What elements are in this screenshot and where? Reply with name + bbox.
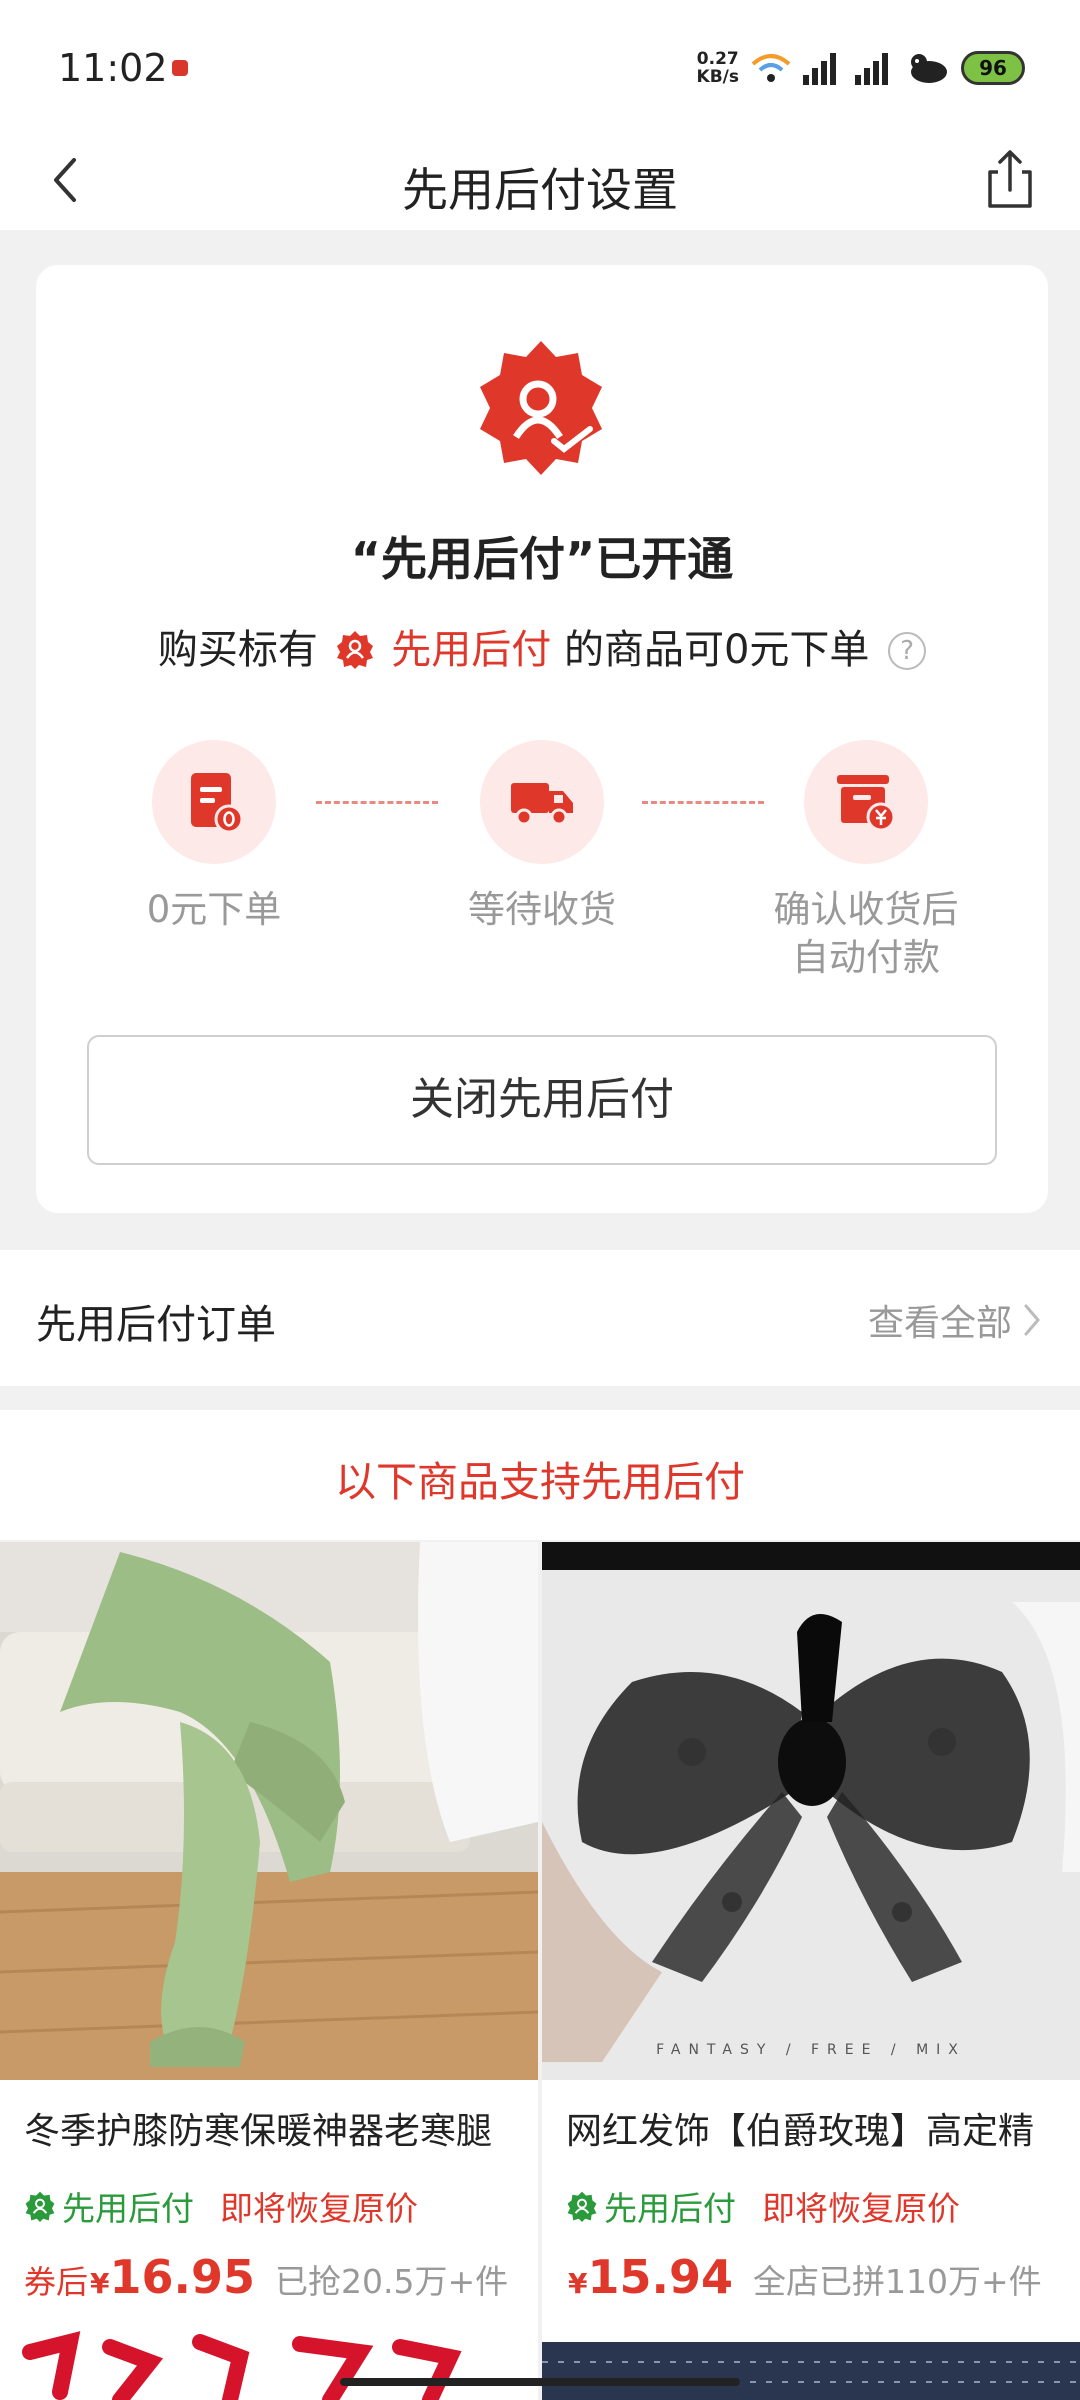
product-grid: 冬季护膝防寒保暖神器老寒腿 先用后付 即将恢复原价 券后 ¥ 16.95 已抢2…	[0, 1542, 1080, 2400]
step-label: 等待收货	[468, 888, 616, 931]
navigation-bar: 先用后付设置	[0, 130, 1080, 230]
product-price: 16.95	[109, 2250, 256, 2304]
battery-indicator: 96	[961, 51, 1025, 85]
dog-icon	[911, 54, 947, 83]
auto-pay-icon	[837, 775, 896, 832]
wifi-icon	[751, 54, 791, 82]
product-price-row: 券后 ¥ 16.95 已抢20.5万+件	[24, 2250, 508, 2304]
pay-later-green-icon	[567, 2191, 597, 2222]
chevron-right-icon	[1024, 1304, 1040, 1336]
step-label: 0元下单	[146, 888, 282, 931]
status-time: 11:02	[58, 46, 168, 90]
activation-subtitle: 购买标有 先用后付 的商品可0元下单 ?	[36, 617, 1048, 675]
price-restore-tag: 即将恢复原价	[762, 2189, 960, 2228]
close-pay-later-button[interactable]: 关闭先用后付	[87, 1035, 997, 1165]
product-image[interactable]: FANTASY / FREE / MIX	[542, 1542, 1080, 2080]
pay-later-tag-label: 先用后付	[62, 2189, 194, 2228]
currency-symbol: ¥	[568, 2267, 588, 2300]
subtitle-suffix: 的商品可0元下单	[563, 627, 870, 673]
pay-later-tag: 先用后付	[566, 2182, 736, 2230]
currency-symbol: ¥	[90, 2267, 110, 2300]
net-speed-value: 0.27	[696, 49, 739, 69]
product-name: 网红发饰【伯爵玫瑰】高定精	[566, 2111, 1035, 2152]
net-speed-unit: KB/s	[696, 67, 739, 87]
notification-icon	[172, 60, 188, 76]
step-auto-pay: 确认收货后 自动付款	[736, 740, 996, 982]
sales-count: 已抢20.5万+件	[275, 2262, 509, 2301]
product-image[interactable]	[0, 1542, 538, 2080]
view-all-label: 查看全部	[867, 1303, 1012, 1344]
order-zero-icon	[191, 773, 244, 834]
delivery-truck-icon	[511, 783, 573, 826]
share-icon	[988, 150, 1032, 208]
pay-later-badge-icon	[480, 341, 602, 475]
pay-later-tag-label: 先用后付	[604, 2189, 736, 2228]
black-lace-bow-hair-clip-image: FANTASY / FREE / MIX	[542, 1542, 1080, 2080]
pay-later-orders-row[interactable]: 先用后付订单 查看全部	[0, 1250, 1080, 1386]
product-card[interactable]: FANTASY / FREE / MIX 网红发饰【伯爵玫瑰】高定精 先用后付 …	[542, 1542, 1080, 2400]
green-fleece-leg-warmers-image	[0, 1542, 538, 2080]
next-product-preview	[0, 2322, 538, 2400]
orders-title: 先用后付订单	[36, 1302, 276, 1348]
home-indicator[interactable]	[340, 2378, 740, 2386]
pay-later-green-icon	[25, 2191, 55, 2222]
net-speed: 0.27 KB/s	[697, 50, 739, 86]
step-zero-order: 0元下单	[84, 740, 344, 934]
page-title: 先用后付设置	[402, 163, 678, 217]
next-product-preview	[542, 2322, 1080, 2400]
status-bar: 11:02 0.27 KB/s 96	[0, 0, 1080, 130]
signal-icon	[803, 51, 845, 85]
help-icon[interactable]: ?	[888, 632, 927, 670]
share-button[interactable]	[970, 140, 1050, 220]
sales-count: 全店已拼110万+件	[753, 2262, 1042, 2301]
view-all-link[interactable]: 查看全部	[868, 1294, 1044, 1346]
step-label: 确认收货后 自动付款	[773, 888, 959, 979]
step-wait-delivery: 等待收货	[412, 740, 672, 934]
subtitle-highlight: 先用后付	[391, 627, 552, 673]
supported-products-title: 以下商品支持先用后付	[335, 1458, 745, 1506]
product-tags: 先用后付 即将恢复原价	[566, 2182, 960, 2230]
product-price: 15.94	[587, 2250, 733, 2304]
activation-card: “先用后付”已开通 购买标有 先用后付 的商品可0元下单 ? 0元下单 等待收货…	[36, 265, 1048, 1213]
pay-later-mini-icon	[336, 631, 373, 669]
product-name: 冬季护膝防寒保暖神器老寒腿	[24, 2111, 493, 2152]
price-restore-tag: 即将恢复原价	[220, 2189, 418, 2228]
status-indicators: 0.27 KB/s 96	[697, 46, 1025, 90]
signal-icon-2	[855, 51, 897, 85]
product-card[interactable]: 冬季护膝防寒保暖神器老寒腿 先用后付 即将恢复原价 券后 ¥ 16.95 已抢2…	[0, 1542, 538, 2400]
pay-later-tag: 先用后付	[24, 2182, 194, 2230]
product-price-row: ¥ 15.94 全店已拼110万+件	[566, 2250, 1042, 2304]
supported-products-header: 以下商品支持先用后付	[0, 1410, 1080, 1540]
image-caption: FANTASY / FREE / MIX	[656, 2042, 966, 2058]
activation-title: “先用后付”已开通	[350, 532, 734, 586]
price-prefix: 券后	[24, 2263, 89, 2301]
product-tags: 先用后付 即将恢复原价	[24, 2182, 418, 2230]
subtitle-prefix: 购买标有	[157, 627, 318, 673]
